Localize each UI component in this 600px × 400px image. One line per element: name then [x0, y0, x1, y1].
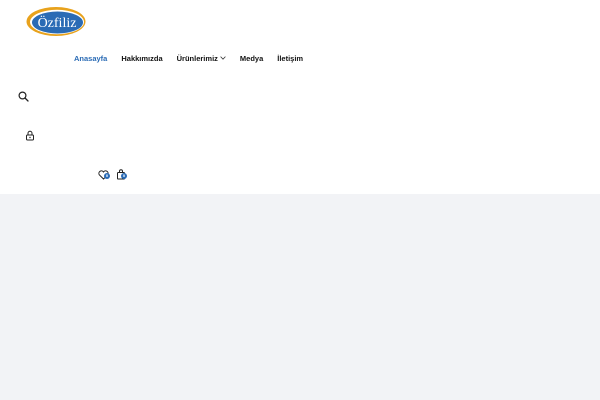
- search-icon: [18, 91, 29, 102]
- lock-icon: [26, 130, 34, 141]
- page-content-area: [0, 194, 600, 400]
- nav-item-hakkimizda[interactable]: Hakkımızda: [121, 54, 162, 63]
- site-header: Özfiliz Anasayfa Hakkımızda Ürünlerimiz …: [0, 0, 600, 194]
- cart-count-badge: 0: [121, 173, 127, 179]
- wishlist-button[interactable]: 0: [98, 167, 111, 180]
- wishlist-count-badge: 0: [104, 173, 110, 179]
- search-button[interactable]: [18, 89, 29, 107]
- nav-item-urunlerimiz[interactable]: Ürünlerimiz: [177, 54, 226, 63]
- cart-button[interactable]: 0: [116, 167, 129, 180]
- chevron-down-icon: [220, 56, 226, 60]
- nav-item-anasayfa[interactable]: Anasayfa: [74, 54, 107, 63]
- main-nav: Anasayfa Hakkımızda Ürünlerimiz Medya İl…: [74, 52, 317, 64]
- logo-text: Özfiliz: [38, 14, 77, 31]
- site-logo[interactable]: Özfiliz: [25, 5, 87, 37]
- account-button[interactable]: [25, 128, 35, 146]
- nav-item-iletisim[interactable]: İletişim: [277, 54, 303, 63]
- nav-item-medya[interactable]: Medya: [240, 54, 263, 63]
- nav-item-urunlerimiz-label: Ürünlerimiz: [176, 53, 218, 63]
